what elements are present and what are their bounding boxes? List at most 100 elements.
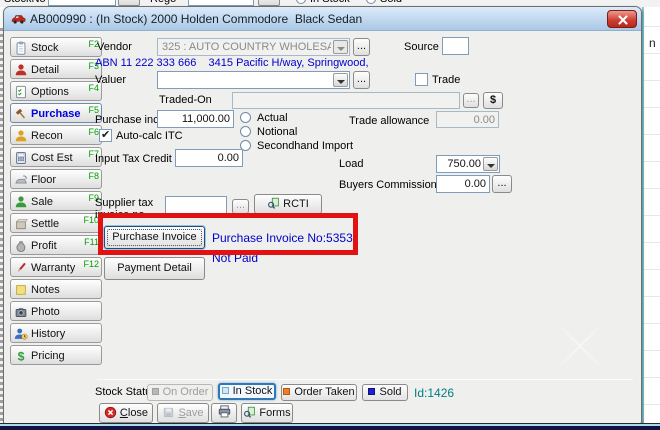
status-order-taken-button[interactable]: Order Taken [281,384,357,401]
status-on-order-button[interactable]: On Order [147,384,213,401]
status-in-stock-button[interactable]: In Stock [218,383,276,400]
sidebar-item-stock[interactable]: Stock F2 [10,37,102,57]
save-button-accel: S [178,407,186,419]
input-tax-credit-input[interactable]: 0.00 [175,149,243,167]
sidebar-item-floor[interactable]: Floor F8 [10,169,102,189]
notional-radio[interactable] [240,126,251,137]
camera-icon [15,307,27,317]
sidebar-item-detail[interactable]: Detail F3 [10,59,102,79]
valuer-combo[interactable] [157,71,350,89]
close-window-button[interactable] [607,10,637,28]
close-button[interactable]: Close [99,403,153,423]
supplier-tax-invoice-input[interactable] [165,196,227,214]
close-button-label: lose [127,407,149,419]
print-button[interactable] [211,403,237,423]
bg-sold-radio[interactable] [366,0,376,4]
stock-id: Id:1426 [414,386,455,400]
sidebar-label: Floor [31,174,57,186]
sidebar-label: Options [31,86,69,98]
trade-allowance-input[interactable]: 0.00 [436,111,499,128]
close-circle-icon [104,406,117,419]
sidebar-item-settle[interactable]: Settle F10 [10,213,102,233]
pen-icon [17,262,26,272]
secondhand-import-radio-label: Secondhand Import [257,140,354,152]
trade-allowance-label: Trade allowance [349,115,430,127]
sidebar-label: Cost Est [31,152,73,164]
fkey-label: F6 [88,127,99,137]
supplier-tax-label-line1: Supplier tax [95,197,154,209]
valuer-dropdown-arrow-icon[interactable] [333,73,348,87]
vendor-label: Vendor [97,41,132,53]
status-label: Order Taken [294,386,355,398]
vendor-dropdown-arrow-icon[interactable] [333,40,348,54]
stock-dialog: AB000990 : (In Stock) 2000 Holden Commod… [3,6,642,424]
purchase-inc-input[interactable]: 11,000.00 [157,110,234,128]
supplier-tax-label-line2: invoice no [95,209,145,221]
person-green-icon [15,196,27,208]
titlebar[interactable]: AB000990 : (In Stock) 2000 Holden Commod… [4,7,641,31]
person-yellow-icon [15,130,27,142]
sidebar-item-photo[interactable]: Photo [10,301,102,321]
rcti-button[interactable]: RCTI [254,194,322,214]
supplier-tax-lookup-button[interactable]: ... [232,199,249,214]
actual-radio-label: Actual [257,112,288,124]
load-combo[interactable]: 750.00 [436,155,500,173]
forms-button[interactable]: Forms [241,403,293,423]
vendor-lookup-button[interactable]: ... [353,38,370,56]
autocalc-itc-checkbox[interactable] [99,128,112,142]
traded-on-label: Traded-On [159,94,212,106]
status-square-icon [221,387,229,394]
dollar-icon: $ [18,349,25,363]
sidebar-label: History [31,328,66,340]
watermark-x [544,311,614,381]
sidebar-item-recon[interactable]: Recon F6 [10,125,102,145]
purchase-invoice-button[interactable]: Purchase Invoice [104,226,205,249]
sidebar-label: Purchase [31,108,81,120]
sidebar-item-options[interactable]: Options F4 [10,81,102,101]
traded-on-input[interactable] [232,92,460,109]
car-icon [11,15,26,24]
sidebar-item-pricing[interactable]: $ Pricing [10,345,102,365]
background-window-bottom [0,423,660,430]
sidebar-item-purchase[interactable]: Purchase F5 [10,103,102,123]
bg-instock-radio[interactable] [296,0,306,4]
load-dropdown-arrow-icon[interactable] [483,157,498,171]
printer-icon [218,405,230,418]
buyers-commission-lookup-button[interactable]: ... [492,175,512,193]
notional-radio-label: Notional [257,126,298,138]
valuer-label: Valuer [95,74,126,86]
rcti-form-icon [268,197,279,209]
sidebar-item-sale[interactable]: Sale F9 [10,191,102,211]
sidebar-label: Photo [31,306,60,318]
status-square-icon [283,388,291,395]
sidebar-item-history[interactable]: History [10,323,102,343]
valuer-lookup-button[interactable]: ... [353,71,370,89]
save-button[interactable]: Save [157,403,209,423]
status-sold-button[interactable]: Sold [362,384,408,401]
sidebar-label: Settle [31,218,60,230]
load-value: 750.00 [447,158,481,170]
clipboard-icon [16,41,26,55]
sidebar-label: Detail [31,64,60,76]
person-red-icon [15,64,27,76]
sidebar-item-profit[interactable]: Profit F11 [10,235,102,255]
buyers-commission-input[interactable]: 0.00 [436,175,490,193]
window-title: AB000990 : (In Stock) 2000 Holden Commod… [30,12,363,26]
fkey-label: F11 [84,237,99,247]
sidebar-item-cost-est[interactable]: Cost Est F7 [10,147,102,167]
source-input[interactable] [442,37,469,55]
vendor-combo[interactable]: 325 : AUTO COUNTRY WHOLESALE [157,38,350,56]
buyers-commission-label: Buyers Commission [339,179,437,191]
status-square-icon [151,388,159,395]
traded-on-lookup-button[interactable]: ... [463,93,479,108]
payment-detail-button[interactable]: Payment Detail [104,257,205,280]
trade-label: Trade [432,74,461,86]
svg-text:$: $ [18,349,25,363]
source-label: Source [404,41,439,53]
close-icon [618,15,628,25]
sidebar-item-notes[interactable]: Notes [10,279,102,299]
actual-radio[interactable] [240,112,251,123]
sidebar-item-warranty[interactable]: Warranty F12 [10,257,102,277]
trade-checkbox[interactable] [415,73,428,86]
traded-on-dollar-button[interactable]: $ [483,92,503,109]
